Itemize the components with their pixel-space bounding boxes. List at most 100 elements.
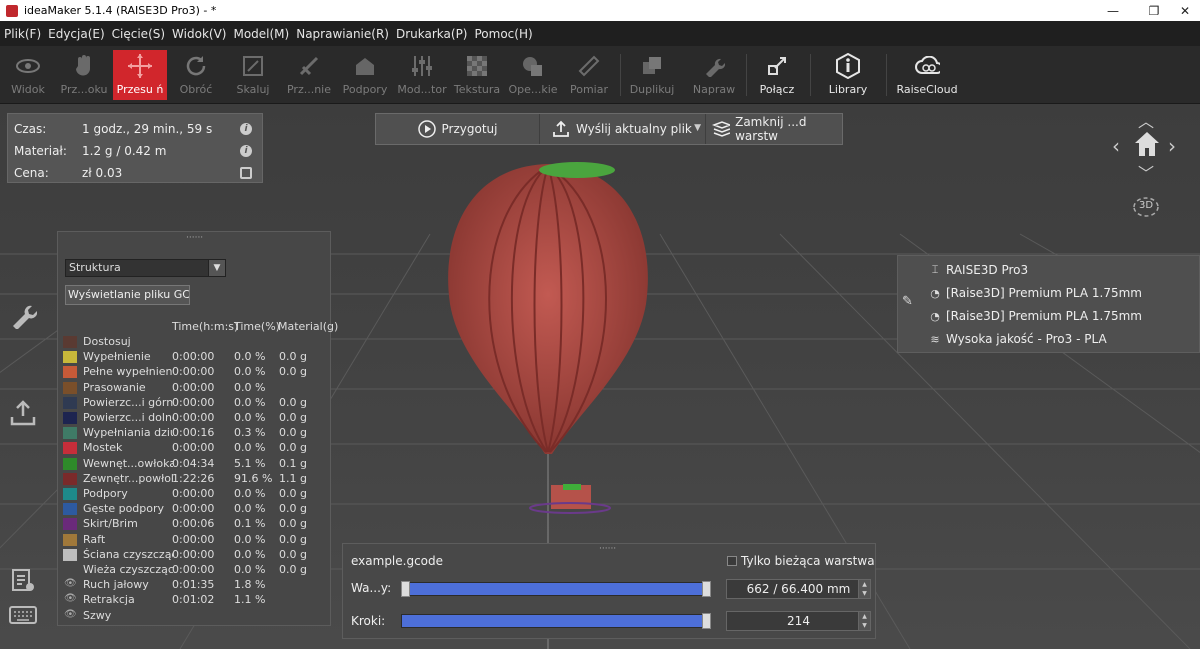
- repair-tool-button[interactable]: Napraw: [689, 50, 739, 100]
- duplicate-tool-button[interactable]: Duplikuj: [627, 50, 677, 100]
- edit-pencil-icon[interactable]: ✎: [902, 294, 913, 309]
- legend-row[interactable]: Wieża czyszcząca 0:00:00 0.0 % 0.0 g: [62, 562, 328, 577]
- home-view-icon[interactable]: [1133, 130, 1161, 158]
- menu-model[interactable]: Model(M): [233, 27, 289, 41]
- legend-row[interactable]: 👁 Ruch jałowy 0:01:35 1.8 %: [62, 577, 328, 592]
- steps-spinner[interactable]: ▲ ▼: [858, 612, 870, 630]
- translate-tool-button[interactable]: Przesu ń: [113, 50, 167, 100]
- color-swatch[interactable]: [63, 366, 77, 379]
- menu-pomoc[interactable]: Pomoc(H): [474, 27, 532, 41]
- menu-widok[interactable]: Widok(V): [172, 27, 226, 41]
- color-swatch[interactable]: [63, 427, 77, 440]
- printer-model-item[interactable]: ⌶ RAISE3D Pro3: [928, 260, 1028, 280]
- view-tool-button[interactable]: Widok: [8, 50, 48, 100]
- boolean-tool-button[interactable]: Ope...kie: [508, 50, 558, 100]
- time-info-icon[interactable]: i: [240, 123, 252, 135]
- chevron-left-icon[interactable]: ‹: [1112, 134, 1120, 158]
- close-button[interactable]: ✕: [1165, 0, 1200, 21]
- drag-handle[interactable]: ······: [186, 233, 203, 243]
- wrench-side-icon[interactable]: [8, 300, 38, 330]
- 3d-view-button[interactable]: 3D: [1130, 193, 1162, 221]
- menu-plik[interactable]: Plik(F): [4, 27, 41, 41]
- legend-row[interactable]: Wypełniania dziur 0:00:16 0.3 % 0.0 g: [62, 425, 328, 440]
- color-swatch[interactable]: [63, 457, 77, 470]
- export-side-icon[interactable]: [8, 398, 38, 428]
- eye-icon[interactable]: 👁: [64, 578, 77, 589]
- legend-row[interactable]: Wewnęt...owłoka 0:04:34 5.1 % 0.1 g: [62, 456, 328, 471]
- task-list-side-icon[interactable]: [8, 565, 38, 595]
- menu-naprawianie[interactable]: Naprawianie(R): [296, 27, 389, 41]
- legend-row[interactable]: Pełne wypełnienie 0:00:00 0.0 % 0.0 g: [62, 364, 328, 379]
- legend-row[interactable]: Mostek 0:00:00 0.0 % 0.0 g: [62, 440, 328, 455]
- color-swatch[interactable]: [63, 503, 77, 516]
- menu-edycja[interactable]: Edycja(E): [48, 27, 105, 41]
- layers-slider-track[interactable]: [401, 582, 711, 596]
- color-swatch[interactable]: [63, 396, 77, 409]
- keyboard-side-icon[interactable]: [8, 600, 38, 630]
- legend-row[interactable]: Zewnętr...powłoka1:22:26 91.6 % 1.1 g: [62, 471, 328, 486]
- filament-1-item[interactable]: ◔ [Raise3D] Premium PLA 1.75mm: [928, 283, 1142, 303]
- eye-icon[interactable]: 👁: [64, 609, 77, 620]
- library-button[interactable]: Library: [823, 50, 873, 100]
- legend-row[interactable]: 👁 Szwy: [62, 608, 328, 623]
- supports-tool-button[interactable]: Podpory: [340, 50, 390, 100]
- menu-ciecie[interactable]: Cięcie(S): [112, 27, 165, 41]
- chevron-right-icon[interactable]: ›: [1168, 134, 1176, 158]
- texture-tool-button[interactable]: Tekstura: [454, 50, 500, 100]
- eye-icon[interactable]: 👁: [64, 593, 77, 604]
- legend-row[interactable]: Wypełnienie 0:00:00 0.0 % 0.0 g: [62, 349, 328, 364]
- color-swatch[interactable]: [63, 472, 77, 485]
- only-current-layer-checkbox[interactable]: [727, 556, 737, 566]
- scale-tool-button[interactable]: Skaluj: [231, 50, 275, 100]
- color-swatch[interactable]: [63, 381, 77, 394]
- chevron-down-icon[interactable]: ﹀: [1138, 160, 1154, 184]
- color-swatch[interactable]: [63, 412, 77, 424]
- menu-drukarka[interactable]: Drukarka(P): [396, 27, 468, 41]
- move-tool-button[interactable]: Prz...oku: [58, 50, 110, 100]
- legend-row[interactable]: Gęste podpory 0:00:00 0.0 % 0.0 g: [62, 501, 328, 516]
- legend-row[interactable]: Ściana czyszcząca0:00:00 0.0 % 0.0 g: [62, 547, 328, 562]
- measure-tool-button[interactable]: Pomiar: [566, 50, 612, 100]
- color-swatch[interactable]: [63, 442, 77, 455]
- connect-button[interactable]: Połącz: [752, 50, 802, 100]
- chevron-up-icon[interactable]: ︿: [1138, 108, 1154, 132]
- layers-spinner[interactable]: ▲ ▼: [858, 580, 870, 598]
- legend-row[interactable]: Dostosuj: [62, 334, 328, 349]
- structure-dropdown[interactable]: Struktura ▼: [65, 259, 226, 277]
- send-dropdown-arrow-icon[interactable]: ▼: [694, 123, 701, 133]
- color-swatch[interactable]: [63, 488, 77, 500]
- modifier-tool-button[interactable]: Mod...tor: [396, 50, 448, 100]
- steps-slider-track[interactable]: [401, 614, 711, 628]
- prepare-button[interactable]: Przygotuj: [376, 114, 540, 144]
- gcode-view-button[interactable]: Wyświetlanie pliku GCode: [65, 285, 190, 305]
- layers-slider-min-thumb[interactable]: [401, 581, 410, 597]
- filament-2-item[interactable]: ◔ [Raise3D] Premium PLA 1.75mm: [928, 306, 1142, 326]
- legend-row[interactable]: Prasowanie 0:00:00 0.0 %: [62, 380, 328, 395]
- steps-slider-thumb[interactable]: [702, 613, 711, 629]
- raisecloud-button[interactable]: RaiseCloud: [894, 50, 960, 100]
- color-swatch[interactable]: [63, 564, 77, 576]
- legend-row[interactable]: Powierzc...i dolnej 0:00:00 0.0 % 0.0 g: [62, 410, 328, 425]
- legend-row[interactable]: Podpory 0:00:00 0.0 % 0.0 g: [62, 486, 328, 501]
- balloon-model[interactable]: [448, 164, 648, 454]
- color-swatch[interactable]: [63, 351, 77, 364]
- minimize-button[interactable]: —: [1093, 0, 1133, 21]
- cut-tool-button[interactable]: Prz...nie: [284, 50, 334, 100]
- legend-row[interactable]: Skirt/Brim 0:00:06 0.1 % 0.0 g: [62, 516, 328, 531]
- close-layer-view-button[interactable]: Zamknij ...d warstw: [706, 114, 842, 144]
- rotate-tool-button[interactable]: Obróć: [175, 50, 217, 100]
- color-swatch[interactable]: [63, 518, 77, 531]
- layers-slider-max-thumb[interactable]: [702, 581, 711, 597]
- drag-handle[interactable]: ······: [599, 544, 616, 554]
- profile-item[interactable]: ≋ Wysoka jakość - Pro3 - PLA: [928, 329, 1106, 349]
- legend-row[interactable]: Raft 0:00:00 0.0 % 0.0 g: [62, 532, 328, 547]
- save-icon[interactable]: [240, 167, 252, 179]
- color-swatch[interactable]: [63, 548, 77, 561]
- legend-row[interactable]: Powierzc...i górnej0:00:00 0.0 % 0.0 g: [62, 395, 328, 410]
- layers-value-field[interactable]: 662 / 66.400 mm ▲ ▼: [726, 579, 871, 599]
- material-info-icon[interactable]: i: [240, 145, 252, 157]
- color-swatch[interactable]: [63, 533, 77, 546]
- legend-row[interactable]: 👁 Retrakcja 0:01:02 1.1 %: [62, 592, 328, 607]
- steps-value-field[interactable]: 214 ▲ ▼: [726, 611, 871, 631]
- send-file-button[interactable]: Wyślij aktualny plik ▼: [540, 114, 706, 144]
